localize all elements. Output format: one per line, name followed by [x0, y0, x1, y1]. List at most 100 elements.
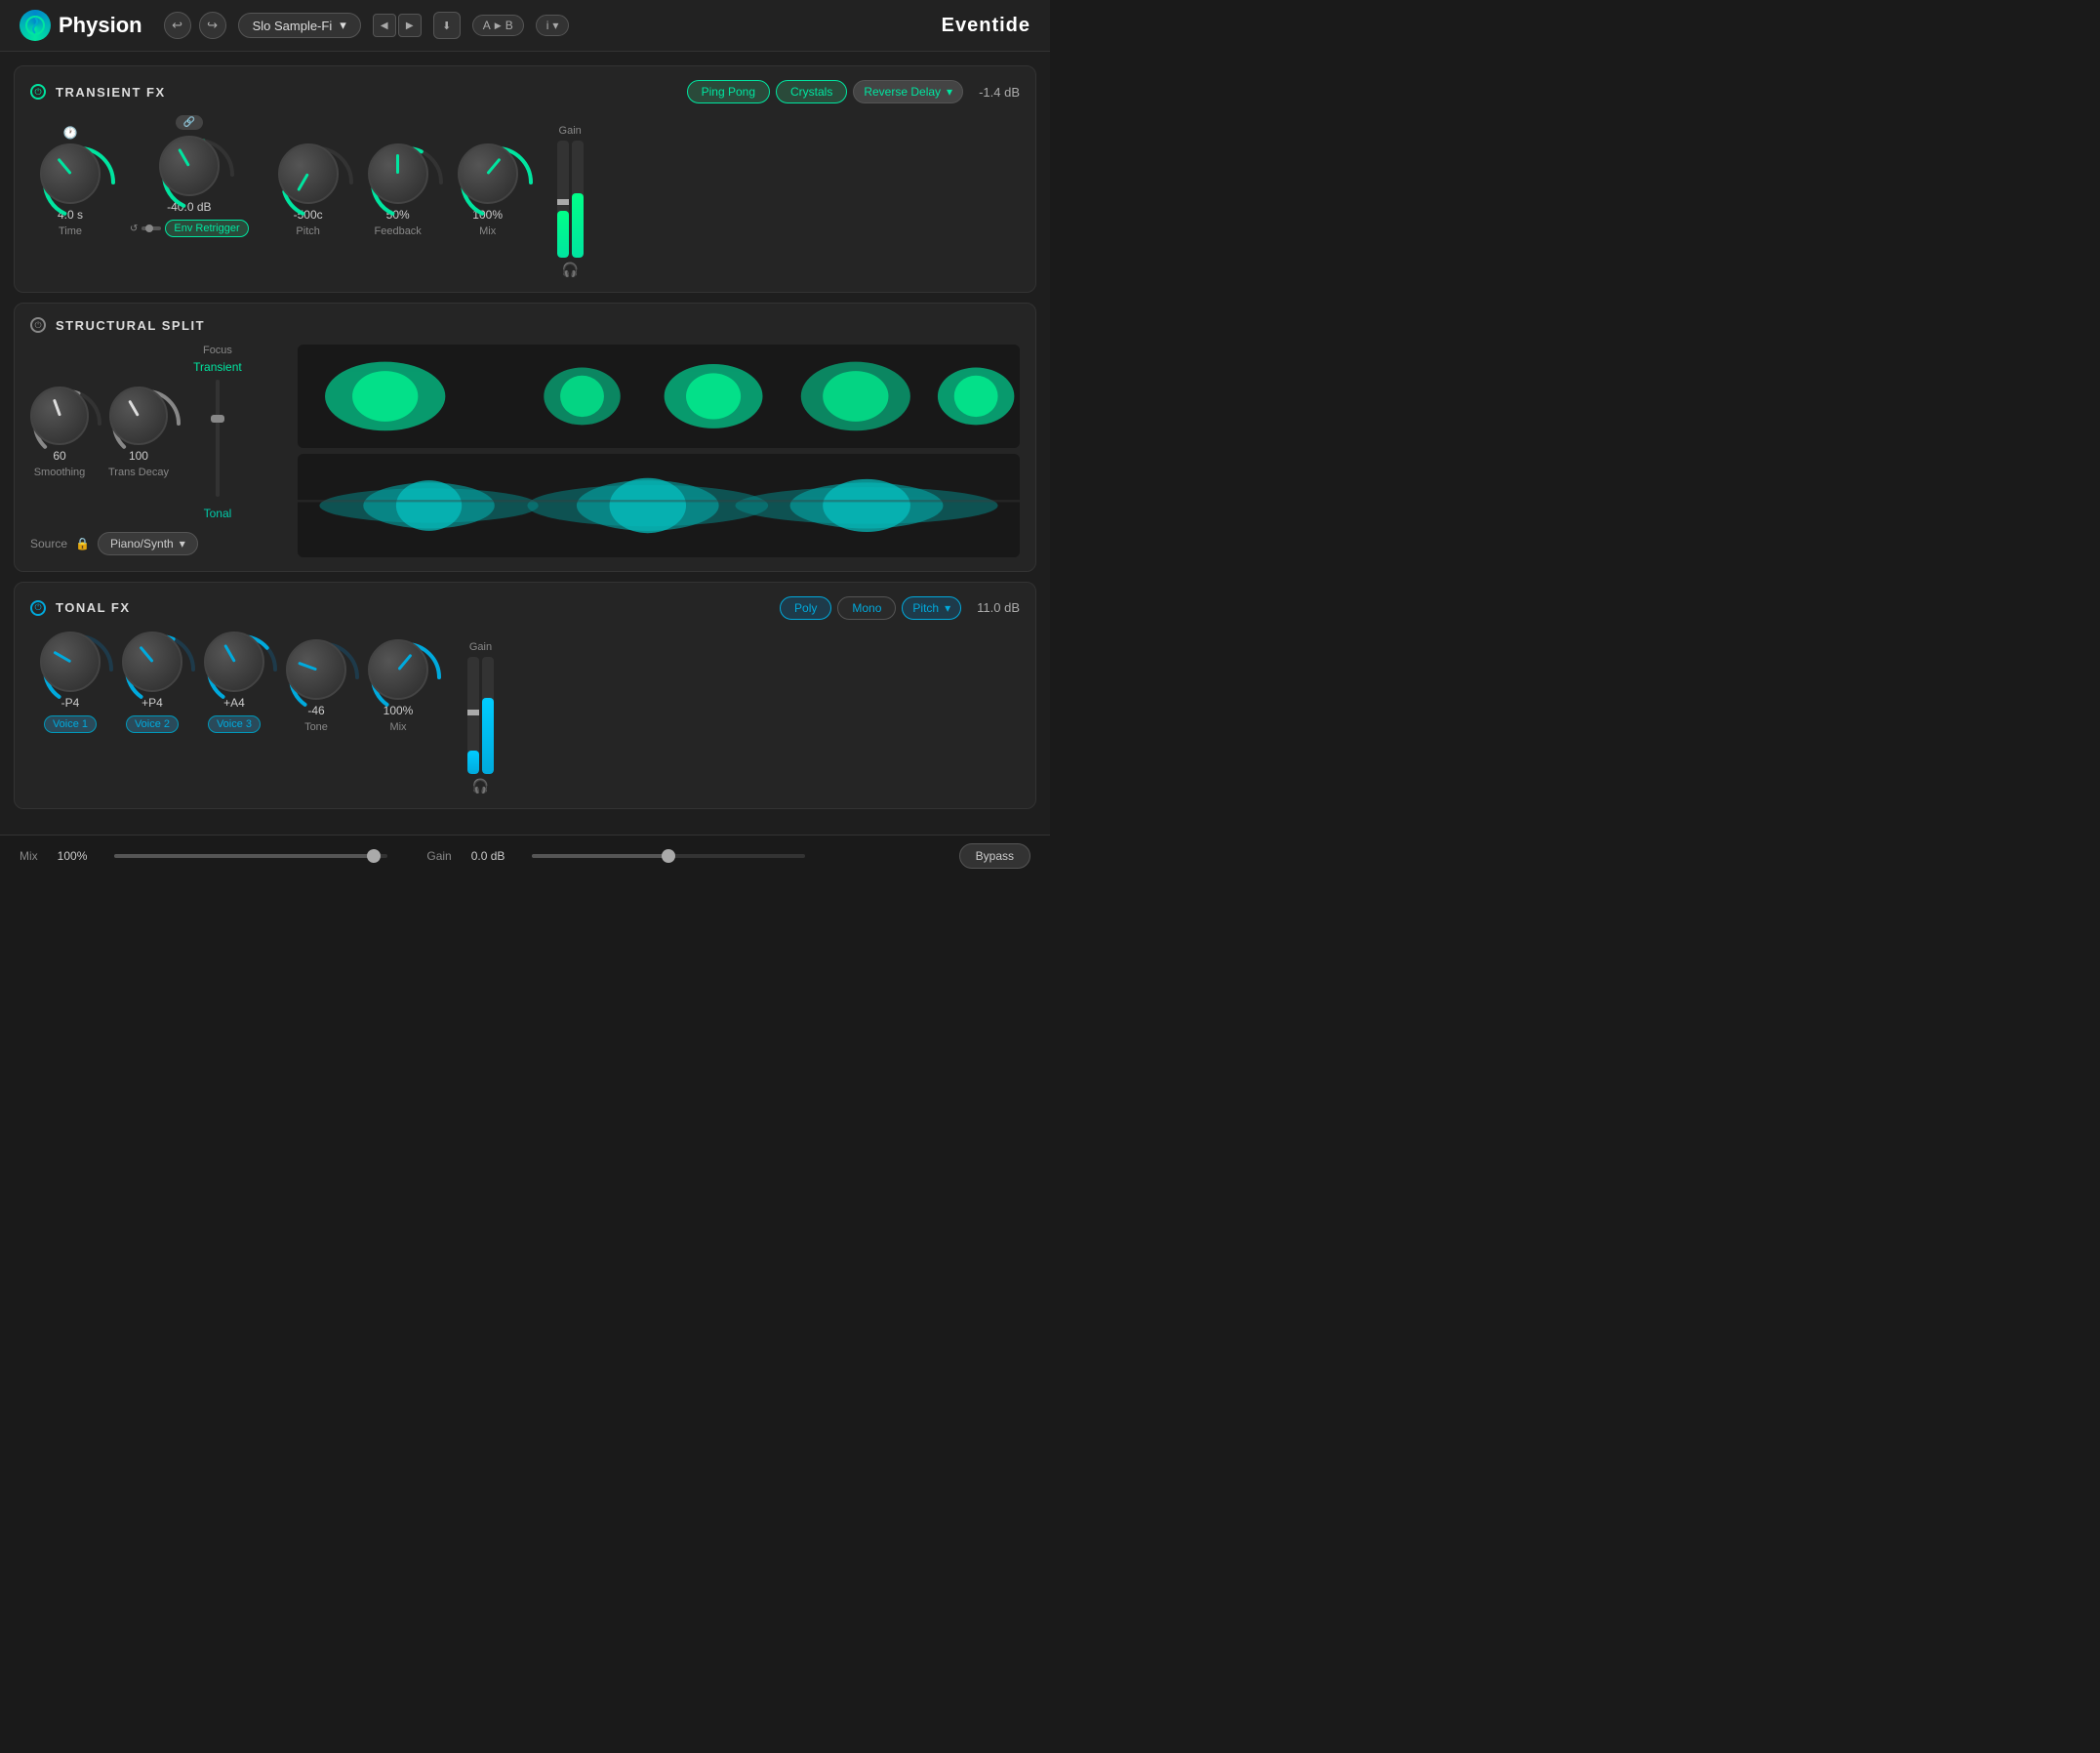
bottom-mix-thumb[interactable] [367, 849, 381, 863]
voice2-badge[interactable]: Voice 2 [126, 715, 179, 733]
next-preset-button[interactable]: ▶ [398, 14, 422, 37]
env-retrigger-wrapper[interactable] [159, 136, 220, 196]
env-retrigger-badge[interactable]: Env Retrigger [165, 220, 248, 237]
gain-meter-left-fill [557, 211, 569, 258]
voice3-badge[interactable]: Voice 3 [208, 715, 261, 733]
mix-wrapper-transient[interactable] [458, 143, 518, 204]
voice3-wrapper[interactable] [204, 632, 264, 692]
tonal-knobs-row: -P4 Voice 1 +P4 Voice 2 [30, 632, 438, 733]
voice1-knob-group: -P4 Voice 1 [40, 632, 101, 733]
source-dropdown[interactable]: Piano/Synth ▾ [98, 532, 198, 555]
pitch-value: -500c [294, 208, 323, 222]
structural-knobs: 60 Smoothing [30, 345, 284, 520]
mono-button[interactable]: Mono [837, 596, 896, 620]
focus-tonal-label: Tonal [204, 507, 232, 520]
bottom-mix-slider[interactable] [114, 854, 387, 858]
mix-tonal-label: Mix [389, 721, 406, 733]
tonal-meter-right [482, 657, 494, 774]
retrigger-mini-slider[interactable] [141, 226, 161, 230]
crystals-button[interactable]: Crystals [776, 80, 847, 103]
trans-decay-value: 100 [129, 449, 148, 463]
ab-play-button[interactable]: ▶ [495, 20, 502, 31]
mix-tonal-wrapper[interactable] [368, 639, 428, 700]
gain-slider-left[interactable] [557, 199, 569, 205]
source-value: Piano/Synth [110, 537, 174, 550]
tonal-slider-left[interactable] [467, 710, 479, 715]
trans-decay-label: Trans Decay [108, 467, 169, 478]
transient-fx-header: ⏻ TRANSIENT FX Ping Pong Crystals Revers… [30, 80, 1020, 103]
tone-knob[interactable] [286, 639, 346, 700]
smoothing-value: 60 [53, 449, 65, 463]
gain-meter-right-fill [572, 193, 584, 258]
structural-power[interactable]: ⏻ [30, 317, 46, 333]
voice1-knob[interactable] [40, 632, 101, 692]
reverse-delay-dropdown[interactable]: Reverse Delay ▾ [853, 80, 963, 103]
feedback-wrapper[interactable] [368, 143, 428, 204]
trans-decay-wrapper[interactable] [109, 387, 168, 445]
tone-label: Tone [304, 721, 328, 733]
gain-meter-left [557, 141, 569, 258]
waveform-transient-svg [298, 345, 1020, 448]
ab-a-button[interactable]: A [483, 19, 491, 32]
pitch-dropdown-label: Pitch [912, 601, 939, 615]
tone-knob-group: -46 Tone [286, 639, 346, 733]
mix-tonal-value: 100% [384, 704, 414, 717]
transient-fx-power[interactable]: ⏻ [30, 84, 46, 100]
source-label: Source [30, 537, 67, 550]
env-retrigger-knob[interactable] [159, 136, 220, 196]
headphone-icon-transient[interactable]: 🎧 [561, 262, 578, 278]
transient-gain-meter: Gain 🎧 [557, 115, 584, 278]
headphone-icon-tonal[interactable]: 🎧 [472, 778, 489, 795]
voice2-wrapper[interactable] [122, 632, 182, 692]
pitch-knob[interactable] [278, 143, 339, 204]
structural-left: 60 Smoothing [30, 345, 284, 557]
voice3-indicator [223, 644, 236, 663]
nav-arrows: ◀ ▶ [373, 14, 422, 37]
ab-b-button[interactable]: B [505, 19, 513, 32]
bottom-bar: Mix 100% Gain 0.0 dB Bypass [0, 835, 1050, 876]
time-knob[interactable] [40, 143, 101, 204]
smoothing-wrapper[interactable] [30, 387, 89, 445]
retrigger-icon: ↺ [130, 224, 138, 234]
bottom-gain-thumb[interactable] [662, 849, 675, 863]
voice2-knob[interactable] [122, 632, 182, 692]
tonal-fx-power[interactable]: ⏻ [30, 600, 46, 616]
voice3-knob[interactable] [204, 632, 264, 692]
transient-knobs-row: 🕐 4.0 s Time 🔗 [30, 115, 528, 237]
voice3-value: +A4 [223, 696, 245, 710]
preset-selector[interactable]: Slo Sample-Fi ▾ [238, 13, 361, 38]
focus-title: Focus [203, 345, 232, 356]
mix-knob-transient[interactable] [458, 143, 518, 204]
pitch-wrapper[interactable] [278, 143, 339, 204]
transient-fx-buttons: Ping Pong Crystals Reverse Delay ▾ -1.4 … [687, 80, 1020, 103]
trans-decay-knob[interactable] [109, 387, 168, 445]
feedback-knob[interactable] [368, 143, 428, 204]
structural-title: STRUCTURAL SPLIT [56, 318, 205, 333]
structural-right [298, 345, 1020, 557]
feedback-label: Feedback [375, 225, 422, 237]
download-button[interactable]: ⬇ [433, 12, 461, 39]
prev-preset-button[interactable]: ◀ [373, 14, 396, 37]
lock-icon[interactable]: 🔒 [75, 537, 90, 550]
poly-button[interactable]: Poly [780, 596, 831, 620]
time-knob-wrapper[interactable] [40, 143, 101, 204]
preset-name: Slo Sample-Fi [253, 19, 333, 33]
tone-wrapper[interactable] [286, 639, 346, 700]
undo-button[interactable]: ↩ [164, 12, 191, 39]
waveform-tonal [298, 454, 1020, 557]
voice1-wrapper[interactable] [40, 632, 101, 692]
mix-tonal-knob[interactable] [368, 639, 428, 700]
bottom-gain-slider[interactable] [532, 854, 805, 858]
voice1-badge[interactable]: Voice 1 [44, 715, 97, 733]
bypass-button[interactable]: Bypass [959, 843, 1030, 869]
ping-pong-button[interactable]: Ping Pong [687, 80, 770, 103]
info-button[interactable]: i ▾ [536, 15, 570, 36]
focus-slider-thumb[interactable] [211, 415, 224, 423]
tone-value: -46 [307, 704, 324, 717]
tonal-meter-right-fill [482, 698, 494, 774]
focus-slider-track[interactable] [216, 380, 220, 497]
smoothing-knob[interactable] [30, 387, 89, 445]
redo-button[interactable]: ↪ [199, 12, 226, 39]
pitch-dropdown[interactable]: Pitch ▾ [902, 596, 961, 620]
tonal-gain-meter: Gain 🎧 [467, 632, 494, 795]
